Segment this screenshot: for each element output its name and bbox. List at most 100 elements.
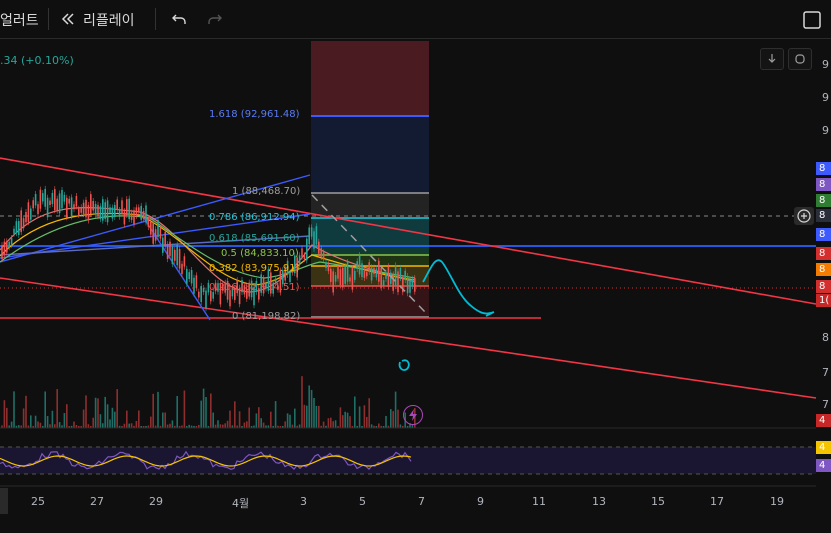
time-axis-label: 17 (710, 495, 724, 508)
volume-bar (49, 424, 51, 428)
volume-bar (397, 409, 399, 428)
price-tag: 8 (816, 280, 831, 293)
volume-bar (106, 404, 109, 428)
candle-body (78, 208, 80, 216)
candle-body (195, 275, 198, 289)
candle-body (397, 271, 399, 293)
candle-body (332, 271, 334, 293)
candle-body (186, 268, 188, 284)
price-tag: 8 (816, 178, 831, 191)
candle-body (25, 212, 27, 223)
volume-bar (344, 411, 346, 428)
redo-icon[interactable] (206, 10, 224, 28)
alert-button[interactable]: 얼러트 (0, 10, 39, 30)
volume-bar (258, 407, 260, 428)
candle-body (109, 207, 111, 213)
volume-bar (238, 411, 241, 428)
rewind-icon[interactable] (60, 11, 76, 27)
price-tag: 8 (816, 263, 831, 276)
fib-label-1618: 1.618 (92,961.48) (209, 109, 300, 120)
lightning-icon[interactable] (403, 405, 423, 425)
candle-body (394, 265, 397, 287)
volume-bar (342, 415, 344, 428)
volume-bar (217, 420, 219, 428)
candle-body (118, 210, 121, 217)
volume-bar (368, 398, 370, 428)
volume-bar (310, 389, 313, 428)
candle-body (318, 241, 320, 254)
volume-bar (162, 412, 164, 428)
volume-bar (315, 405, 318, 428)
candle-body (301, 248, 303, 257)
price-axis-tick: 9 (822, 91, 829, 104)
price-axis-tick: 7 (822, 398, 829, 411)
candle-body (310, 227, 313, 237)
candle-body (70, 197, 73, 217)
refresh-icon[interactable] (788, 48, 812, 70)
volume-bar (298, 424, 301, 428)
candle-body (368, 262, 370, 272)
fib-label-0382: 0.382 (83,975.91) (209, 263, 300, 274)
replay-button[interactable]: 리플레이 (83, 10, 135, 30)
candle-body (13, 228, 15, 234)
volume-bar (330, 417, 332, 428)
volume-bar (109, 419, 111, 428)
candle-body (164, 231, 166, 247)
volume-bar (82, 409, 85, 428)
candle-body (42, 193, 44, 202)
time-axis-label: 29 (149, 495, 163, 508)
candle-body (337, 265, 339, 279)
candle-body (97, 204, 99, 217)
volume-bar (169, 423, 171, 428)
volume-bar (301, 376, 303, 428)
candle-body (135, 207, 138, 216)
volume-bar (392, 411, 394, 428)
candle-body (37, 204, 39, 215)
time-axis-label: 25 (31, 495, 45, 508)
candle-body (344, 266, 346, 284)
volume-bar (289, 414, 291, 428)
candle-body (373, 267, 375, 274)
time-scrollbar[interactable] (0, 488, 8, 514)
volume-bar (284, 421, 286, 428)
download-icon[interactable] (760, 48, 784, 70)
add-circle-icon[interactable] (794, 207, 814, 225)
price-tag: 1( (816, 294, 831, 307)
candle-body (375, 268, 378, 278)
candle-body (68, 198, 70, 204)
candle-body (363, 270, 366, 278)
volume-bar (219, 424, 222, 428)
candle-body (392, 274, 394, 291)
candle-body (61, 190, 63, 209)
candle-body (138, 207, 140, 212)
volume-bar (308, 385, 310, 428)
volume-bar (176, 395, 178, 428)
undo-icon[interactable] (170, 10, 188, 28)
volume-bar (346, 412, 349, 428)
candle-body (306, 238, 308, 261)
candle-body (34, 194, 37, 206)
candle-body (150, 221, 152, 235)
price-axis-tick: 8 (822, 331, 829, 344)
volume-bar (378, 423, 380, 428)
candle-body (356, 261, 358, 270)
volume-bar (358, 406, 361, 428)
chart-canvas[interactable] (0, 38, 831, 533)
candle-body (46, 197, 49, 218)
fullscreen-icon[interactable] (802, 10, 822, 30)
volume-bar (202, 388, 205, 428)
candle-body (18, 221, 20, 235)
volume-bar (318, 405, 320, 428)
candle-body (188, 272, 190, 279)
candle-body (92, 201, 94, 211)
time-axis-label: 15 (651, 495, 665, 508)
candle-body (85, 199, 87, 218)
candle-body (315, 226, 318, 245)
candle-body (387, 266, 390, 287)
candle-body (154, 229, 157, 241)
volume-bar (286, 413, 289, 428)
candle-body (54, 189, 56, 211)
candle-body (8, 241, 10, 248)
candle-body (349, 277, 351, 282)
chart-area[interactable]: 9 9 9 8 7 7 8 8 8 8 8 8 8 8 1( 4 4 4 1.6… (0, 38, 831, 533)
